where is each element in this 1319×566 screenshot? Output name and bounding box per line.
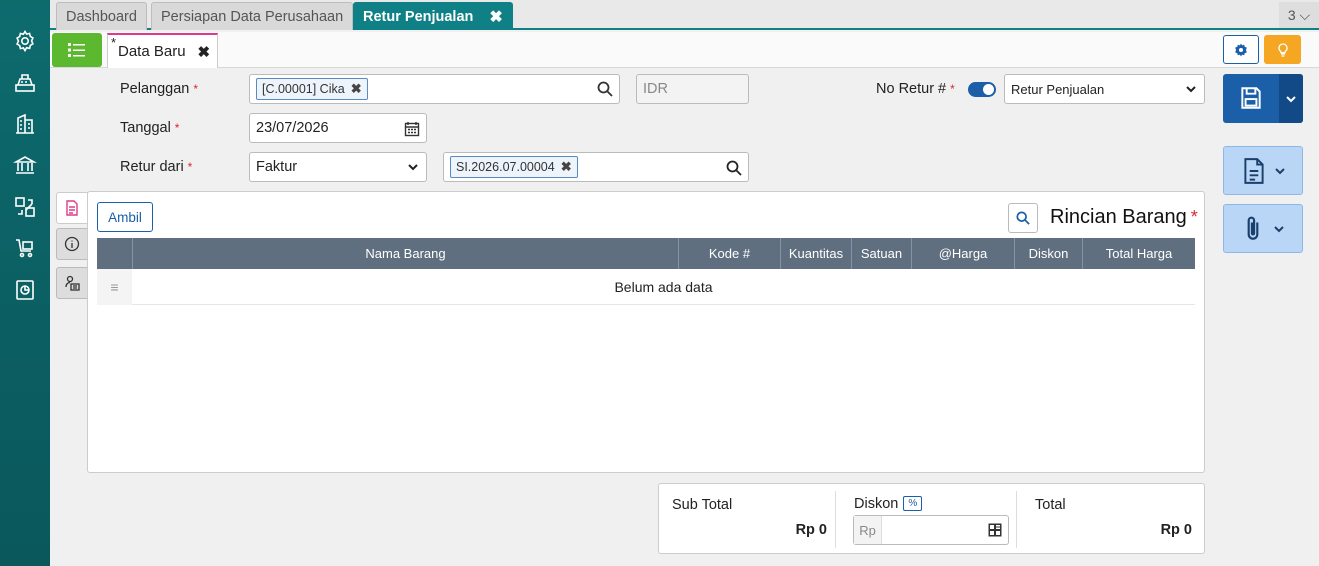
items-table-header: Nama Barang Kode # Kuantitas Satuan @Har… [97,238,1195,269]
report-chart-icon[interactable] [11,276,39,304]
ambil-button[interactable]: Ambil [97,202,153,232]
tab-label: Persiapan Data Perusahaan [161,8,344,25]
currency-field: IDR [636,74,749,104]
column-header[interactable]: @Harga [911,238,1014,269]
column-header[interactable]: Diskon [1014,238,1082,269]
drag-handle-icon[interactable]: ≡ [97,269,132,305]
faktur-field[interactable]: SI.2026.07.00004 ✖ [443,152,749,182]
inventory-icon[interactable] [11,193,39,221]
pelanggan-chip: [C.00001] Cika ✖ [256,78,368,100]
calendar-icon[interactable] [404,121,420,137]
chevron-down-icon [1275,167,1285,174]
discount-block: Diskon% Rp [836,484,1016,555]
column-header[interactable]: Kode # [678,238,780,269]
paperclip-icon [1247,216,1259,240]
diskon-label: Diskon% [854,496,923,512]
tab-count-dropdown[interactable]: 3 ⌵ [1279,2,1319,28]
cash-register-icon[interactable] [11,69,39,97]
faktur-chip: SI.2026.07.00004 ✖ [450,156,578,178]
auto-number-toggle[interactable] [968,82,996,97]
cart-icon[interactable] [11,234,39,262]
no-retur-label: No Retur # * [876,81,955,97]
subtotal-label: Sub Total [672,497,733,513]
bank-icon[interactable] [11,151,39,179]
tab-salesperson[interactable] [56,267,88,299]
tab-retur-penjualan[interactable]: Retur Penjualan ✖ [353,2,513,30]
modified-marker: * [111,35,117,50]
diskon-input[interactable]: Rp [853,515,1009,545]
lightbulb-icon [1277,42,1288,57]
chevron-down-icon [1274,225,1284,232]
retur-dari-select[interactable]: Faktur [249,152,427,182]
tab-info[interactable] [56,228,88,260]
tab-label: Dashboard [66,8,137,25]
column-header[interactable]: Total Harga [1082,238,1195,269]
totals-summary: Sub Total Rp 0 Diskon% Rp Total Rp 0 [658,483,1205,554]
total-label: Total [1035,497,1066,513]
empty-table-message: Belum ada data [614,279,713,295]
tab-label: Retur Penjualan [363,8,474,25]
app-sidebar [0,0,50,566]
save-options-toggle[interactable] [1279,74,1303,123]
column-header[interactable]: Kuantitas [780,238,851,269]
search-icon[interactable] [597,81,613,97]
table-row: ≡ Belum ada data [97,269,1195,305]
retur-dari-label: Retur dari * [120,159,193,175]
tab-item-details[interactable] [56,192,88,224]
search-icon [1016,211,1030,225]
subtotal-value: Rp 0 [795,522,827,538]
pelanggan-field[interactable]: [C.00001] Cika ✖ [249,74,620,104]
percent-toggle[interactable]: % [903,496,923,511]
pelanggan-label: Pelanggan * [120,81,199,97]
total-block: Total Rp 0 [1017,484,1206,555]
tanggal-label: Tanggal * [120,120,180,136]
remove-chip-icon[interactable]: ✖ [561,159,572,175]
drag-column-header [97,238,132,269]
save-floppy-icon [1241,87,1261,109]
no-retur-type-value: Retur Penjualan [1011,81,1105,97]
item-details-panel: Ambil Rincian Barang * Nama Barang Kode #… [87,191,1205,473]
gear-icon [1235,43,1247,56]
panel-title: Rincian Barang * [1050,206,1198,228]
remove-chip-icon[interactable]: ✖ [351,81,362,97]
list-view-button[interactable] [52,33,102,67]
chevron-down-icon [1186,86,1196,93]
settings-gear-icon[interactable] [11,27,39,55]
retur-dari-value: Faktur [256,159,298,175]
tab-data-baru[interactable]: * Data Baru ✖ [107,33,218,68]
form-settings-button[interactable] [1223,35,1259,64]
document-options-button[interactable] [1223,146,1303,195]
tanggal-date-input[interactable]: 23/07/2026 [249,113,427,143]
no-retur-type-select[interactable]: Retur Penjualan [1004,74,1205,104]
close-tab-icon[interactable]: ✖ [198,43,211,61]
tips-button[interactable] [1264,35,1301,64]
subtotal-block: Sub Total Rp 0 [659,484,835,555]
building-icon[interactable] [11,110,39,138]
user-register-icon [65,275,80,291]
close-tab-icon[interactable]: ✖ [489,7,502,27]
info-icon [64,236,80,252]
document-icon [1244,157,1264,184]
column-header[interactable]: Nama Barang [132,238,678,269]
search-icon[interactable] [726,160,742,176]
list-icon [68,43,85,57]
item-search-button[interactable] [1008,203,1038,233]
calculator-icon[interactable] [988,523,1002,537]
chevron-down-icon [1286,95,1296,102]
sub-tab-bar: * Data Baru ✖ [50,32,1319,68]
chevron-down-icon [408,164,418,171]
attachment-button[interactable] [1223,204,1303,253]
tab-persiapan-data-perusahaan[interactable]: Persiapan Data Perusahaan [151,2,354,30]
total-value: Rp 0 [1160,522,1192,538]
save-button[interactable] [1223,74,1303,123]
tanggal-value: 23/07/2026 [256,120,329,136]
currency-prefix: Rp [854,516,882,544]
tab-label: Data Baru [118,43,186,60]
column-header[interactable]: Satuan [851,238,911,269]
top-tab-bar: Dashboard Persiapan Data Perusahaan Retu… [50,0,1319,30]
document-lines-icon [66,200,78,216]
tab-dashboard[interactable]: Dashboard [56,2,147,30]
